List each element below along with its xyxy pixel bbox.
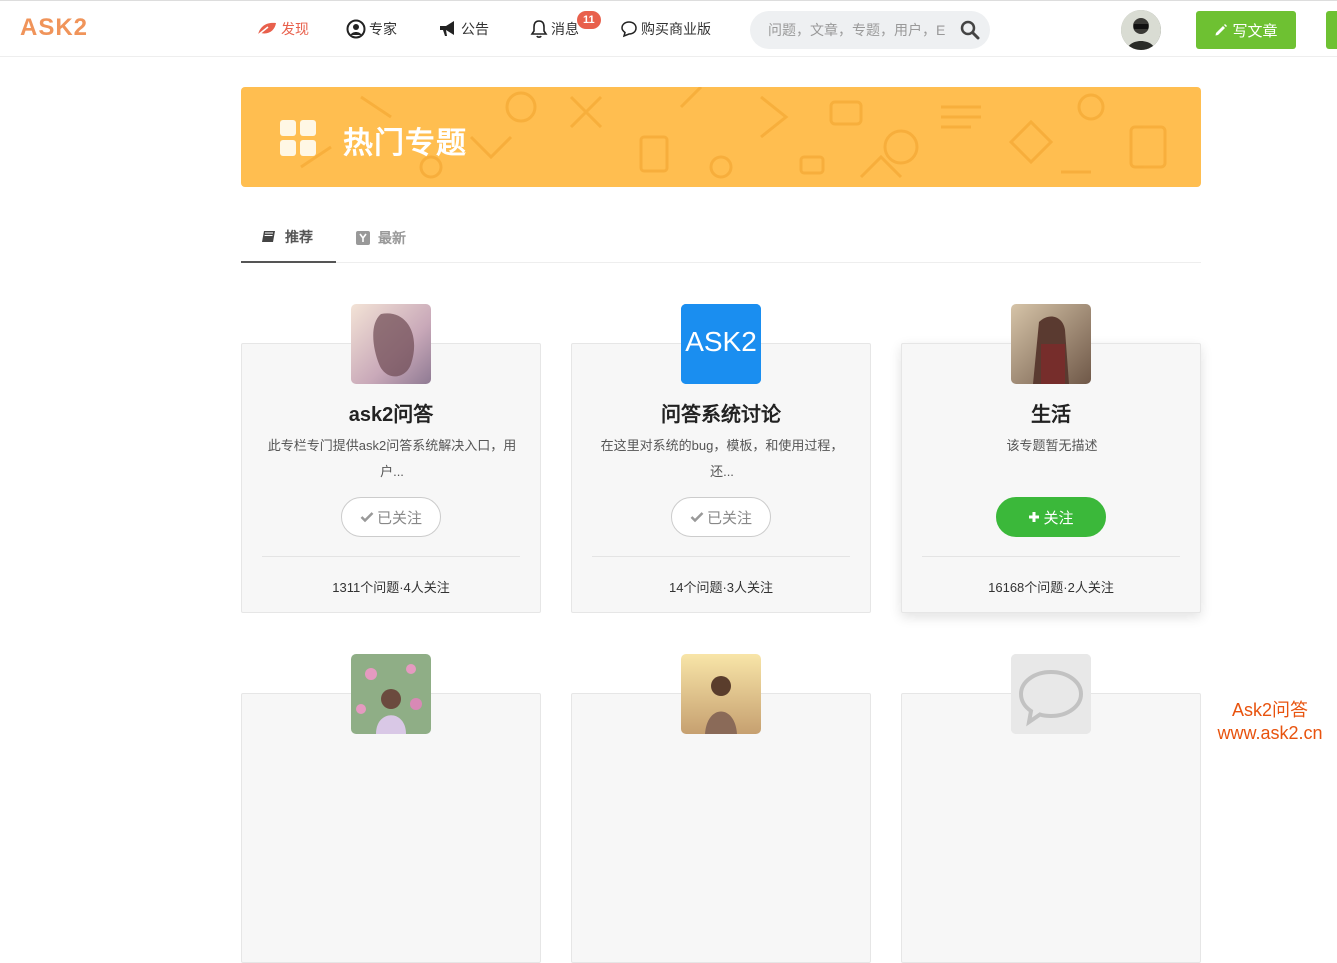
followed-button[interactable]: 已关注 xyxy=(671,497,771,537)
write-article-label: 写文章 xyxy=(1232,22,1278,40)
tab-recommended[interactable]: 推荐 xyxy=(241,213,336,263)
topic-avatar[interactable] xyxy=(351,304,431,384)
follow-label: 已关注 xyxy=(706,509,752,527)
nav-item-announcements[interactable]: 公告 xyxy=(438,19,489,39)
search-input[interactable] xyxy=(768,20,948,40)
page-title: 热门专题 xyxy=(343,127,467,160)
site-watermark: Ask2问答 www.ask2.cn xyxy=(1210,699,1330,745)
topic-tabs: 推荐 最新 xyxy=(241,213,1201,263)
topic-avatar[interactable] xyxy=(1011,654,1091,734)
topic-description: 该专题暂无描述 xyxy=(1006,438,1098,453)
search-box xyxy=(750,11,990,49)
write-article-button[interactable]: 写文章 xyxy=(1196,11,1296,49)
divider xyxy=(592,556,850,557)
pencil-icon xyxy=(1215,24,1228,36)
topic-description: 在这里对系统的bug，模板，和使用过程，还... xyxy=(600,438,844,479)
topic-title[interactable]: 问答系统讨论 xyxy=(572,398,870,427)
bell-icon xyxy=(530,20,548,38)
follow-label: 已关注 xyxy=(376,509,422,527)
follow-button[interactable]: 关注 xyxy=(996,497,1106,537)
tab-label: 最新 xyxy=(378,230,406,246)
topic-avatar[interactable] xyxy=(1011,304,1091,384)
watermark-url: www.ask2.cn xyxy=(1217,723,1323,743)
nav-label: 购买商业版 xyxy=(641,21,711,37)
nav-label: 发现 xyxy=(281,21,309,37)
leaf-icon xyxy=(257,22,276,36)
divider xyxy=(262,556,520,557)
check-icon xyxy=(360,512,374,523)
nav-item-experts[interactable]: 专家 xyxy=(346,19,397,39)
avatar-text: ASK2 xyxy=(685,326,757,357)
divider xyxy=(922,556,1180,557)
topic-title[interactable]: 生活 xyxy=(902,398,1200,427)
topic-description: 此专栏专门提供ask2问答系统解决入口，用户... xyxy=(267,438,517,479)
check-icon xyxy=(690,512,704,523)
nav-label: 消息 xyxy=(551,21,579,37)
book-icon xyxy=(262,231,275,242)
topic-stats: 16168个问题·2人关注 xyxy=(988,580,1114,595)
follow-label: 关注 xyxy=(1043,509,1074,527)
megaphone-icon xyxy=(440,21,454,36)
nav-item-buy-commercial[interactable]: 购买商业版 xyxy=(620,19,711,39)
followed-button[interactable]: 已关注 xyxy=(341,497,441,537)
user-circle-icon xyxy=(346,19,366,39)
message-count-badge: 11 xyxy=(577,11,601,29)
tab-latest[interactable]: 最新 xyxy=(356,213,406,263)
speech-bubble-icon xyxy=(621,21,637,38)
y-icon xyxy=(356,231,370,245)
topic-title[interactable]: ask2问答 xyxy=(242,398,540,427)
topic-avatar[interactable]: ASK2 xyxy=(681,304,761,384)
nav-item-discover[interactable]: 发现 xyxy=(256,19,309,39)
speech-bubble-icon xyxy=(1011,654,1091,734)
topic-avatar[interactable] xyxy=(351,654,431,734)
extra-action-button[interactable] xyxy=(1326,11,1337,49)
nav-item-messages[interactable]: 消息 11 xyxy=(530,11,601,39)
nav-label: 公告 xyxy=(461,21,489,37)
topic-stats: 14个问题·3人关注 xyxy=(668,580,774,595)
grid-icon xyxy=(280,120,316,156)
nav-label: 专家 xyxy=(369,21,397,37)
watermark-title: Ask2问答 xyxy=(1231,700,1309,720)
tab-label: 推荐 xyxy=(285,229,313,245)
user-avatar[interactable] xyxy=(1121,10,1161,50)
topic-stats: 1311个问题·4人关注 xyxy=(332,580,450,595)
search-icon[interactable] xyxy=(960,20,980,40)
plus-icon xyxy=(1029,512,1040,522)
topic-avatar[interactable] xyxy=(681,654,761,734)
hot-topics-banner: 热门专题 xyxy=(241,87,1201,187)
site-logo[interactable]: ASK2 xyxy=(20,14,88,42)
top-navbar: ASK2 发现 专家 公告 消息 11 购买商业版 写文章 xyxy=(0,0,1337,57)
